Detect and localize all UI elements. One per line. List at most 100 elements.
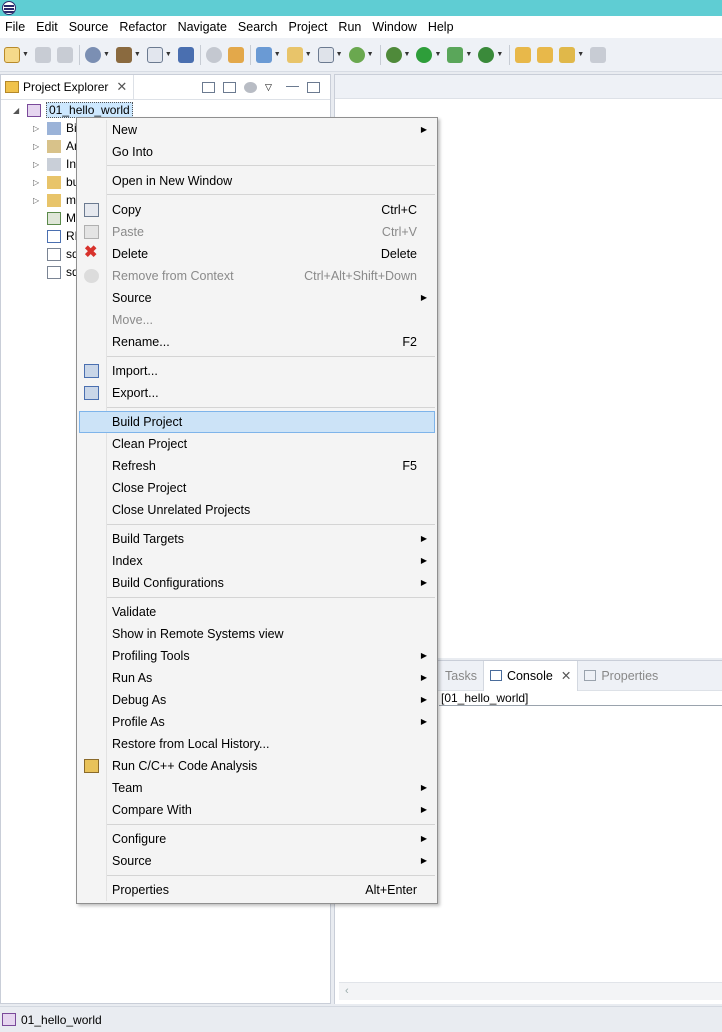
menu-item-new[interactable]: New ▶: [79, 119, 435, 141]
minimize-icon[interactable]: [286, 86, 299, 88]
menu-item-clean-project[interactable]: Clean Project: [79, 433, 435, 455]
annotation-button[interactable]: [590, 46, 607, 63]
menu-edit[interactable]: Edit: [31, 16, 64, 38]
menu-help[interactable]: Help: [423, 16, 460, 38]
close-icon[interactable]: ✕: [561, 668, 571, 683]
menu-item-debug-as[interactable]: Debug As ▶: [79, 689, 435, 711]
run-button[interactable]: ▼: [416, 46, 441, 63]
save-button[interactable]: [34, 46, 51, 63]
menu-item-run-as[interactable]: Run As ▶: [79, 667, 435, 689]
binary-button[interactable]: ▼: [146, 46, 172, 63]
debug-toggle-button[interactable]: [177, 46, 194, 63]
menu-item-label: Build Configurations: [112, 576, 224, 590]
horizontal-scrollbar[interactable]: ‹: [339, 982, 722, 1000]
tree-item[interactable]: ▷ Ar: [33, 137, 78, 155]
refresh-button[interactable]: [205, 46, 222, 63]
menu-item-team[interactable]: Team ▶: [79, 777, 435, 799]
menu-project[interactable]: Project: [284, 16, 334, 38]
filter-icon[interactable]: [244, 81, 257, 93]
save-all-button[interactable]: [56, 46, 73, 63]
close-icon[interactable]: ✕: [116, 79, 127, 95]
build-button[interactable]: ▼: [115, 46, 141, 63]
tree-item[interactable]: sd: [47, 263, 79, 281]
menu-window[interactable]: Window: [367, 16, 422, 38]
run-coverage-button[interactable]: ▼: [447, 46, 472, 63]
new-file-button[interactable]: ▼: [317, 46, 343, 63]
tab-project-explorer[interactable]: Project Explorer ✕: [1, 74, 135, 100]
menu-item-remove-from-context[interactable]: Remove from Context Ctrl+Alt+Shift+Down: [79, 265, 435, 287]
menu-item-profile-as[interactable]: Profile As ▶: [79, 711, 435, 733]
chevron-right-icon[interactable]: ▷: [33, 160, 41, 169]
tree-item[interactable]: ▷ In: [33, 155, 76, 173]
menu-item-restore-local-history[interactable]: Restore from Local History...: [79, 733, 435, 755]
tree-item[interactable]: ▷ bu: [33, 173, 79, 191]
tools-button[interactable]: ▼: [559, 46, 584, 63]
new-folder-button[interactable]: ▼: [286, 46, 312, 63]
menu-item-label: Go Into: [112, 145, 153, 159]
chevron-right-icon[interactable]: ▷: [33, 124, 41, 133]
external-tools-button[interactable]: ▼: [478, 46, 503, 63]
manage-configs-button[interactable]: ▼: [84, 46, 110, 63]
tree-item[interactable]: sd: [47, 245, 79, 263]
menu-item-copy[interactable]: Copy Ctrl+C: [79, 199, 435, 221]
new-class-button[interactable]: ▼: [255, 46, 281, 63]
menu-run[interactable]: Run: [333, 16, 367, 38]
menu-item-export[interactable]: Export...: [79, 382, 435, 404]
eclipse-logo-icon[interactable]: [2, 1, 16, 15]
menu-item-close-unrelated-projects[interactable]: Close Unrelated Projects: [79, 499, 435, 521]
menu-item-refresh[interactable]: Refresh F5: [79, 455, 435, 477]
new-button[interactable]: ▼: [4, 46, 29, 63]
open-project-button[interactable]: [537, 46, 554, 63]
toolbar-separator: [509, 44, 511, 65]
tab-console[interactable]: Console ✕: [482, 660, 579, 691]
scroll-left-icon[interactable]: ‹: [345, 985, 349, 997]
menu-item-run-code-analysis[interactable]: Run C/C++ Code Analysis: [79, 755, 435, 777]
menu-item-paste[interactable]: Paste Ctrl+V: [79, 221, 435, 243]
menu-item-validate[interactable]: Validate: [79, 601, 435, 623]
menu-file[interactable]: File: [0, 16, 31, 38]
menu-item-source[interactable]: Source ▶: [79, 287, 435, 309]
menu-item-properties[interactable]: Properties Alt+Enter: [79, 879, 435, 901]
menu-item-move[interactable]: Move...: [79, 309, 435, 331]
collapse-all-icon[interactable]: [202, 81, 215, 93]
menu-refactor[interactable]: Refactor: [114, 16, 172, 38]
tab-tasks[interactable]: Tasks: [439, 661, 483, 691]
tree-item[interactable]: ▷ Bi: [33, 119, 77, 137]
save-all-icon: [56, 46, 73, 63]
link-editor-icon[interactable]: [223, 81, 236, 93]
view-menu-icon[interactable]: ▽: [265, 82, 278, 93]
menu-item-rename[interactable]: Rename... F2: [79, 331, 435, 353]
menu-item-build-configurations[interactable]: Build Configurations ▶: [79, 572, 435, 594]
menu-source[interactable]: Source: [64, 16, 115, 38]
menu-item-delete[interactable]: ✖ Delete Delete: [79, 243, 435, 265]
maximize-icon[interactable]: [307, 81, 320, 93]
open-folder-button[interactable]: [515, 46, 532, 63]
expand-icon[interactable]: ◢: [13, 106, 21, 115]
menu-item-build-project[interactable]: Build Project: [79, 411, 435, 433]
menu-item-index[interactable]: Index ▶: [79, 550, 435, 572]
open-type-icon: [227, 46, 244, 63]
chevron-right-icon[interactable]: ▷: [33, 196, 41, 205]
menu-item-show-in-remote-systems[interactable]: Show in Remote Systems view: [79, 623, 435, 645]
menu-item-label: Rename...: [112, 335, 170, 349]
menu-item-import[interactable]: Import...: [79, 360, 435, 382]
menu-separator: [107, 875, 435, 876]
menu-item-go-into[interactable]: Go Into: [79, 141, 435, 163]
tab-properties[interactable]: Properties: [578, 661, 664, 691]
menu-item-close-project[interactable]: Close Project: [79, 477, 435, 499]
search-button[interactable]: ▼: [348, 46, 374, 63]
menu-navigate[interactable]: Navigate: [173, 16, 233, 38]
chevron-right-icon[interactable]: ▷: [33, 178, 41, 187]
menu-item-compare-with[interactable]: Compare With ▶: [79, 799, 435, 821]
chevron-right-icon[interactable]: ▷: [33, 142, 41, 151]
menu-item-configure[interactable]: Configure ▶: [79, 828, 435, 850]
tree-item[interactable]: M: [47, 209, 76, 227]
open-type-button[interactable]: [227, 46, 244, 63]
menu-item-profiling-tools[interactable]: Profiling Tools ▶: [79, 645, 435, 667]
menu-item-open-in-new-window[interactable]: Open in New Window: [79, 170, 435, 192]
menu-search[interactable]: Search: [233, 16, 284, 38]
debug-button[interactable]: ▼: [385, 46, 410, 63]
menu-item-build-targets[interactable]: Build Targets ▶: [79, 528, 435, 550]
tree-item[interactable]: ▷ m: [33, 191, 76, 209]
menu-item-source-2[interactable]: Source ▶: [79, 850, 435, 872]
